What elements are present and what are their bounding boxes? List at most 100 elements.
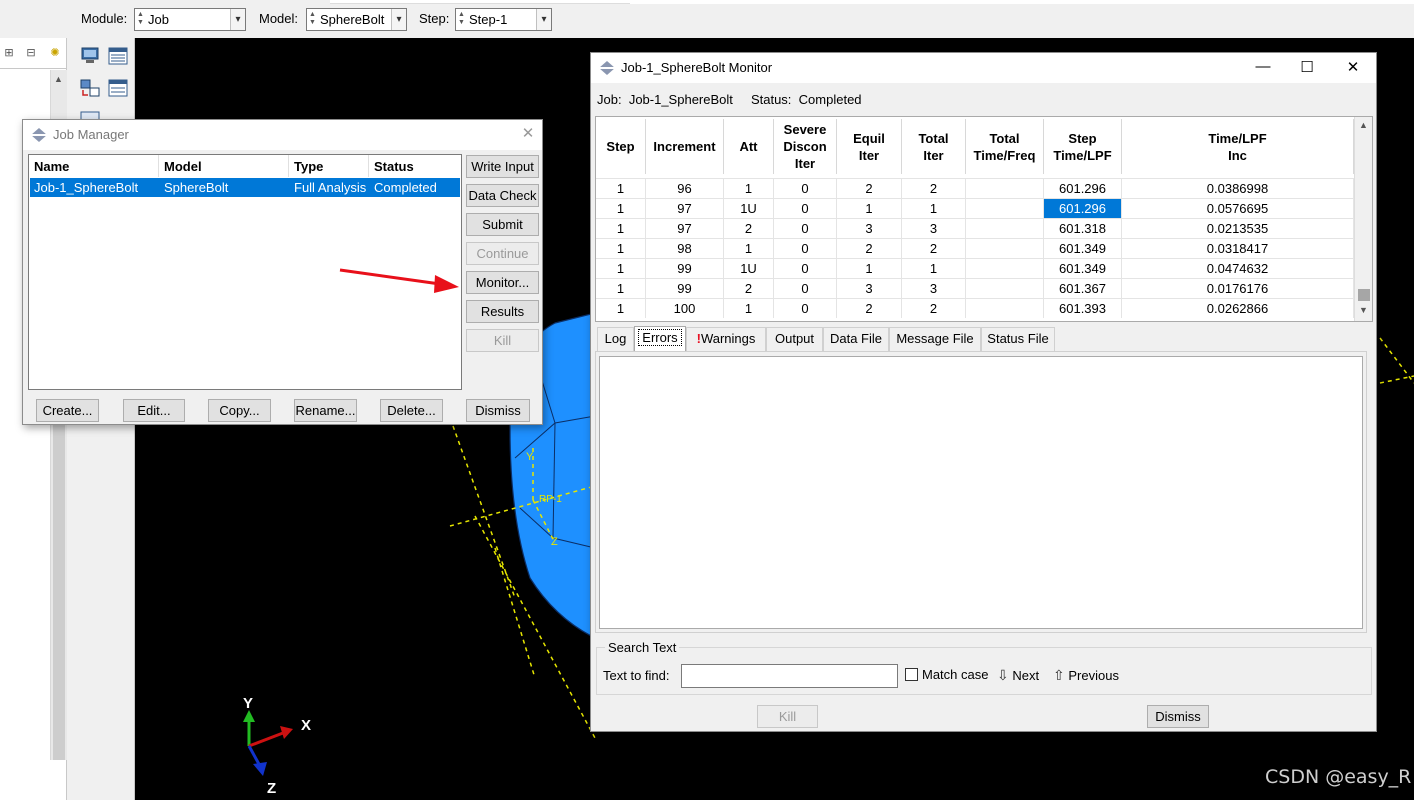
table-cell: 1	[724, 299, 774, 318]
tab-status-file[interactable]: Status File	[981, 327, 1055, 351]
adaptivity-tool-icon[interactable]	[79, 78, 101, 98]
table-row[interactable]: 1 96 1 0 2 2 601.296 0.0386998	[596, 178, 1354, 198]
results-button[interactable]: Results	[466, 300, 539, 323]
text-to-find-label: Text to find:	[603, 668, 670, 683]
job-manager-list-icon[interactable]	[107, 46, 129, 66]
tab-log[interactable]: Log	[597, 327, 634, 351]
lightbulb-icon[interactable]: ✺	[48, 46, 62, 60]
minimize-icon[interactable]: —	[1253, 58, 1273, 75]
spin-icon[interactable]: ▲ ▼	[136, 11, 145, 28]
chevron-down-icon[interactable]: ▾	[536, 9, 551, 30]
table-cell: 1	[596, 219, 646, 238]
column-header[interactable]: Step Time/LPF	[1044, 119, 1122, 174]
tree-filter-icon[interactable]: ⊟	[24, 46, 38, 60]
maximize-icon[interactable]: ☐	[1297, 58, 1317, 76]
tab-output[interactable]: Output	[766, 327, 823, 351]
copy-button[interactable]: Copy...	[208, 399, 271, 422]
close-icon[interactable]: ✕	[518, 124, 538, 142]
table-cell: 601.296	[1044, 199, 1122, 218]
table-cell: 2	[837, 239, 902, 258]
job-status-line: Job: Job-1_SphereBolt Status: Completed	[597, 92, 862, 107]
rp-label: RP-1	[539, 494, 562, 505]
table-scrollbar[interactable]: ▲ ▼	[1354, 117, 1372, 321]
model-combo[interactable]: ▲ ▼ SphereBolt ▾	[306, 8, 407, 31]
dismiss-button[interactable]: Dismiss	[466, 399, 530, 422]
job-manager-titlebar[interactable]: Job Manager ✕	[23, 120, 542, 150]
toolbar-strip	[330, 0, 630, 4]
match-case-label[interactable]: Match case	[922, 667, 988, 682]
job-name-cell: Job-1_SphereBolt	[34, 180, 139, 195]
tree-expand-icon[interactable]: ⊞	[2, 46, 16, 60]
column-header-model[interactable]: Model	[159, 155, 289, 177]
context-bar: Module: ▲ ▼ Job ▾ Model: ▲ ▼ SphereBolt ▾ …	[0, 0, 1414, 38]
chevron-down-icon[interactable]: ▾	[391, 9, 406, 30]
table-row[interactable]: 1 97 1U 0 1 1 601.296 0.0576695	[596, 198, 1354, 218]
kill-button[interactable]: Kill	[757, 705, 818, 728]
continue-button[interactable]: Continue	[466, 242, 539, 265]
scroll-thumb[interactable]	[1358, 289, 1370, 301]
table-cell: 0.0262866	[1122, 299, 1354, 318]
column-header-status[interactable]: Status	[369, 155, 461, 177]
table-row[interactable]: 1 97 2 0 3 3 601.318 0.0213535	[596, 218, 1354, 238]
table-cell: 601.349	[1044, 239, 1122, 258]
create-button[interactable]: Create...	[36, 399, 99, 422]
table-row[interactable]: 1 99 2 0 3 3 601.367 0.0176176	[596, 278, 1354, 298]
dismiss-button[interactable]: Dismiss	[1147, 705, 1209, 728]
tab-errors[interactable]: Errors	[634, 326, 686, 351]
kill-button[interactable]: Kill	[466, 329, 539, 352]
table-row[interactable]: 1 99 1U 0 1 1 601.349 0.0474632	[596, 258, 1354, 278]
spin-icon[interactable]: ▲ ▼	[457, 11, 466, 28]
column-header[interactable]: Total Iter	[902, 119, 966, 174]
next-button[interactable]: ⇩ Next	[997, 667, 1039, 684]
job-monitor-dialog: Job-1_SphereBolt Monitor — ☐ ✕ Job: Job-…	[590, 52, 1377, 732]
column-header[interactable]: Increment	[646, 119, 724, 174]
delete-button[interactable]: Delete...	[380, 399, 443, 422]
previous-button[interactable]: ⇧ Previous	[1053, 667, 1119, 684]
adaptivity-manager-icon[interactable]	[107, 78, 129, 98]
column-header[interactable]: Time/LPF Inc	[1122, 119, 1354, 174]
module-combo[interactable]: ▲ ▼ Job ▾	[134, 8, 246, 31]
scroll-down-icon[interactable]: ▼	[1359, 305, 1368, 315]
errors-text-area[interactable]	[599, 356, 1363, 629]
next-label: Next	[1012, 668, 1040, 683]
scroll-up-icon[interactable]: ▲	[54, 74, 63, 84]
rename-button[interactable]: Rename...	[294, 399, 357, 422]
scroll-up-icon[interactable]: ▲	[1359, 120, 1368, 130]
table-row[interactable]: 1 98 1 0 2 2 601.349 0.0318417	[596, 238, 1354, 258]
column-header[interactable]: Equil Iter	[837, 119, 902, 174]
step-combo[interactable]: ▲ ▼ Step-1 ▾	[455, 8, 552, 31]
status-value: Completed	[798, 92, 862, 107]
column-header[interactable]: Total Time/Freq	[966, 119, 1044, 174]
tab-data-file[interactable]: Data File	[823, 327, 889, 351]
column-header-name[interactable]: Name	[29, 155, 159, 177]
table-cell: 97	[646, 199, 724, 218]
monitor-title: Job-1_SphereBolt Monitor	[621, 60, 773, 75]
tab-warnings[interactable]: !Warnings	[686, 327, 766, 351]
table-cell: 1	[596, 199, 646, 218]
close-icon[interactable]: ✕	[1343, 58, 1363, 76]
table-cell: 1	[596, 239, 646, 258]
data-check-button[interactable]: Data Check	[466, 184, 539, 207]
column-header[interactable]: Step	[596, 119, 646, 174]
column-header[interactable]: Severe Discon Iter	[774, 119, 837, 174]
table-cell: 0.0176176	[1122, 279, 1354, 298]
job-value: Job-1_SphereBolt	[628, 92, 733, 107]
table-cell: 2	[902, 179, 966, 198]
search-input[interactable]	[681, 664, 898, 688]
column-header[interactable]: Att	[724, 119, 774, 174]
table-row[interactable]: Job-1_SphereBolt SphereBolt Full Analysi…	[30, 178, 460, 197]
model-label: Model:	[259, 11, 299, 26]
match-case-checkbox[interactable]	[905, 668, 918, 681]
monitor-titlebar[interactable]: Job-1_SphereBolt Monitor — ☐ ✕	[591, 53, 1376, 83]
tab-message-file[interactable]: Message File	[889, 327, 981, 351]
monitor-button[interactable]: Monitor...	[466, 271, 539, 294]
chevron-down-icon[interactable]: ▾	[230, 9, 245, 30]
write-input-button[interactable]: Write Input	[466, 155, 539, 178]
table-cell: 601.296	[1044, 179, 1122, 198]
column-header-type[interactable]: Type	[289, 155, 369, 177]
job-manager-tool-icon[interactable]	[79, 46, 101, 66]
submit-button[interactable]: Submit	[466, 213, 539, 236]
table-row[interactable]: 1 100 1 0 2 2 601.393 0.0262866	[596, 298, 1354, 318]
edit-button[interactable]: Edit...	[123, 399, 185, 422]
spin-icon[interactable]: ▲ ▼	[308, 11, 317, 28]
